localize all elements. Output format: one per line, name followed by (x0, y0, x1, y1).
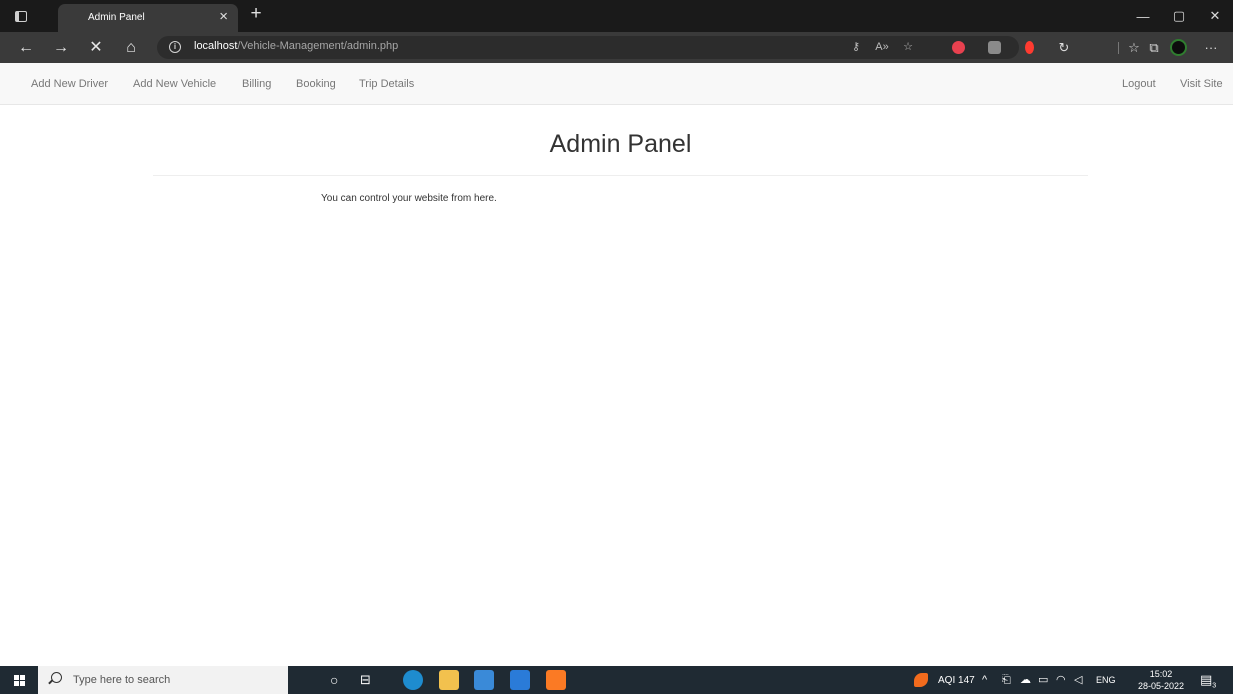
window-controls: — ▢ ✕ (1125, 0, 1233, 32)
battery-icon[interactable]: ▭ (1038, 673, 1048, 687)
task-view-icon[interactable]: ⊟ (360, 673, 371, 687)
url-path: /Vehicle-Management/admin.php (237, 40, 399, 52)
key-icon[interactable]: ⚷ (847, 39, 865, 56)
search-placeholder: Type here to search (73, 674, 171, 686)
address-bar[interactable]: i localhost/Vehicle-Management/admin.php… (157, 36, 1019, 59)
extension-puzzle-icon[interactable]: ↻ (1054, 38, 1074, 58)
url-host: localhost (194, 40, 238, 52)
aqi-text[interactable]: AQI 147 (938, 675, 975, 686)
favorites-icon[interactable]: ☆ (1124, 38, 1144, 58)
notification-count: 3 (1212, 682, 1217, 690)
mail-icon[interactable] (510, 670, 530, 690)
edge-browser-icon[interactable] (403, 670, 423, 690)
windows-taskbar: Type here to search ○ ⊟ AQI 147 ^ ⎗ ☁ ▭ … (0, 666, 1233, 694)
stop-button[interactable]: ✕ (85, 38, 107, 58)
read-aloud-icon[interactable]: A» (873, 39, 891, 56)
intro-text: You can control your website from here. (321, 193, 497, 204)
xampp-icon[interactable] (546, 670, 566, 690)
tab-admin-panel[interactable]: Admin Panel × (58, 4, 238, 32)
tab-actions-icon (15, 10, 27, 22)
start-button[interactable] (0, 666, 38, 694)
nav-logout[interactable]: Logout (1122, 78, 1156, 90)
nav-add-new-vehicle[interactable]: Add New Vehicle (133, 78, 216, 90)
volume-icon[interactable]: ◁ (1074, 673, 1082, 687)
extension-red-icon[interactable] (952, 41, 965, 54)
site-info-icon[interactable]: i (169, 41, 181, 53)
device-icon[interactable]: ⎗ (1002, 673, 1011, 687)
page-title: Admin Panel (549, 130, 692, 158)
toolbar-separator (1118, 42, 1119, 54)
nav-add-new-driver[interactable]: Add New Driver (31, 78, 108, 90)
wifi-icon[interactable]: ◠ (1056, 673, 1066, 687)
nav-trip-details[interactable]: Trip Details (359, 78, 414, 90)
file-explorer-icon[interactable] (439, 670, 459, 690)
weather-leaf-icon[interactable] (914, 673, 928, 687)
notification-icon[interactable]: ▤3 (1200, 672, 1217, 690)
minimize-button[interactable]: — (1125, 0, 1161, 32)
cloud-icon[interactable]: ☁ (1020, 673, 1031, 687)
profile-avatar[interactable] (1170, 39, 1187, 56)
tab-actions-button[interactable] (0, 0, 42, 32)
tab-close-icon[interactable]: × (219, 9, 228, 25)
favorite-star-icon[interactable]: ☆ (899, 39, 917, 56)
nav-visit-site[interactable]: Visit Site (1180, 78, 1223, 90)
clock-time: 15:02 (1149, 669, 1173, 679)
clock-date: 28-05-2022 (1137, 681, 1185, 691)
extension-grey-icon[interactable] (988, 41, 1001, 54)
home-button[interactable]: ⌂ (120, 38, 142, 58)
cortana-icon[interactable]: ○ (330, 673, 338, 687)
clock[interactable]: 15:02 28-05-2022 (1136, 668, 1186, 692)
browser-tab-strip: Admin Panel × + — ▢ ✕ (0, 0, 1233, 32)
language-indicator[interactable]: ENG (1096, 675, 1116, 685)
chevron-up-icon[interactable]: ^ (982, 673, 987, 687)
taskbar-search[interactable]: Type here to search (38, 666, 288, 694)
forward-button[interactable]: → (50, 38, 72, 58)
store-icon[interactable] (474, 670, 494, 690)
url-text[interactable]: localhost/Vehicle-Management/admin.php (194, 40, 398, 52)
collections-icon[interactable]: ⧉ (1144, 38, 1164, 58)
windows-logo-icon (13, 674, 25, 686)
tab-title: Admin Panel (88, 12, 145, 23)
new-tab-button[interactable]: + (244, 3, 268, 27)
search-icon (51, 672, 62, 683)
back-button[interactable]: ← (15, 38, 37, 58)
extension-drop-icon[interactable] (1025, 41, 1034, 54)
settings-more-icon[interactable]: ··· (1201, 38, 1221, 58)
site-navbar: Add New Driver Add New Vehicle Billing B… (0, 63, 1233, 105)
restore-button[interactable]: ▢ (1161, 0, 1197, 32)
close-window-button[interactable]: ✕ (1197, 0, 1233, 32)
title-divider (153, 175, 1088, 176)
browser-toolbar: ← → ✕ ⌂ i localhost/Vehicle-Management/a… (0, 32, 1233, 63)
nav-billing[interactable]: Billing (242, 78, 271, 90)
nav-booking[interactable]: Booking (296, 78, 336, 90)
